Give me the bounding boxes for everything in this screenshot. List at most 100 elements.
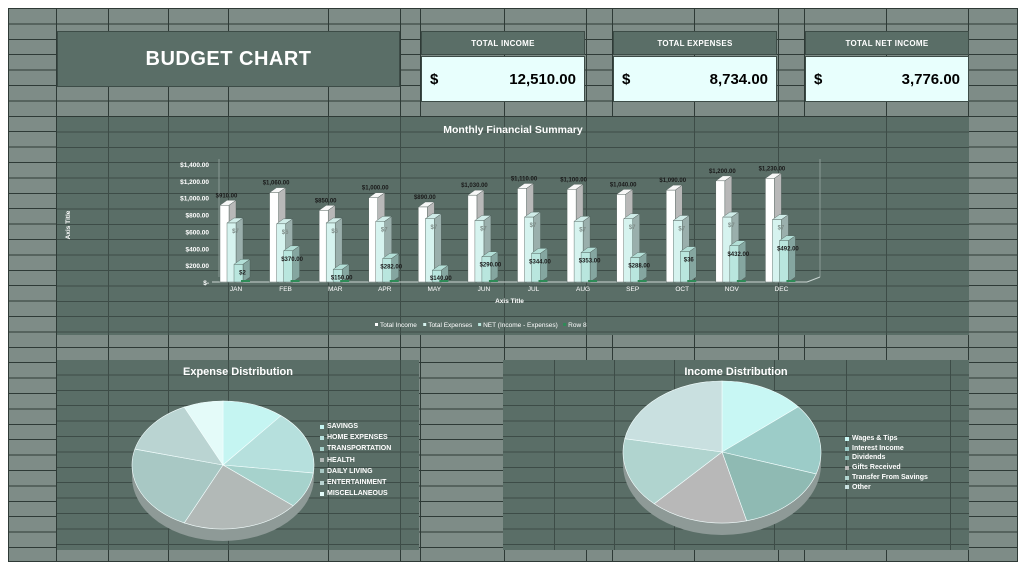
bar-row8-aug xyxy=(588,280,598,282)
bar-data-label: $7 xyxy=(430,225,437,231)
bar-data-label: $7 xyxy=(678,226,685,232)
x-tick-label: JUN xyxy=(478,286,491,293)
bar-row8-may xyxy=(439,280,449,282)
bar-data-label: $344.00 xyxy=(529,259,551,265)
bar-data-label: $36 xyxy=(684,258,695,264)
legend-label: Dividends xyxy=(852,454,886,462)
bar-side-face xyxy=(788,235,796,283)
legend-item: SAVINGS xyxy=(320,421,391,432)
bar-data-label: $7 xyxy=(480,226,487,232)
legend-label: TRANSPORTATION xyxy=(327,445,392,453)
total-net-income-header: TOTAL NET INCOME xyxy=(805,31,969,55)
legend-item: DAILY LIVING xyxy=(320,466,391,477)
bar-data-label: $492.00 xyxy=(777,247,799,253)
bar-data-label: $1,000.00 xyxy=(362,186,389,192)
legend-label: Total Income xyxy=(380,322,417,329)
bar-row8-jan xyxy=(241,280,250,282)
legend-label: HOME EXPENSES xyxy=(327,434,388,442)
bar-data-label: $7 xyxy=(530,223,537,229)
bar-data-label: $1,230.00 xyxy=(759,166,786,172)
bar-row8-nov xyxy=(736,280,746,282)
bar-net-income-expenses--aug xyxy=(580,252,591,283)
bar-row8-dec xyxy=(786,280,796,282)
legend-swatch xyxy=(320,447,324,451)
legend-swatch xyxy=(845,436,849,441)
legend-item: HOME EXPENSES xyxy=(320,432,391,443)
x-axis-title: Axis Title xyxy=(495,298,524,305)
bar-data-label: $7 xyxy=(232,229,239,235)
legend-label: Row 8 xyxy=(568,322,587,329)
legend-label: Interest Income xyxy=(852,444,904,452)
bar-row8-sep xyxy=(637,280,647,282)
bar-net-income-expenses--feb xyxy=(283,250,293,283)
budget-title-box: BUDGET CHART xyxy=(57,31,400,87)
bar-side-face xyxy=(689,246,697,283)
bar-chart-legend: Total Income Total Expenses NET (Income - … xyxy=(375,322,587,329)
total-income-cell[interactable]: $ 12,510.00 xyxy=(421,56,585,102)
total-income-currency: $ xyxy=(430,70,439,88)
total-expenses-cell[interactable]: $ 8,734.00 xyxy=(613,56,777,102)
legend-swatch xyxy=(845,475,849,480)
legend-item: MISCELLANEOUS xyxy=(320,488,391,499)
bar-chart-svg: $- $200.00 $400.00 $600.00 $800.00 $1,000.00 $… xyxy=(65,159,821,329)
bar-data-label: $7 xyxy=(728,223,735,229)
x-tick-label: MAR xyxy=(328,286,343,293)
page-title: BUDGET CHART xyxy=(145,47,312,70)
legend-swatch xyxy=(320,469,324,474)
bar-data-label: $7 xyxy=(579,227,586,233)
legend-label: SAVINGS xyxy=(327,423,358,430)
income-distribution-chart[interactable]: Income Distribution Wages & Tips Interest… xyxy=(503,360,969,550)
total-net-income-currency: $ xyxy=(814,70,823,88)
legend-swatch xyxy=(320,480,324,485)
legend-item: Interest Income xyxy=(845,444,928,454)
bar-data-label: $6 xyxy=(282,230,289,236)
legend-swatch xyxy=(845,465,849,470)
total-expenses-header: TOTAL EXPENSES xyxy=(613,31,777,55)
total-net-income-cell[interactable]: $ 3,776.00 xyxy=(805,56,969,102)
bar-data-label: $7 xyxy=(778,226,785,232)
legend-swatch xyxy=(423,323,427,326)
expense-distribution-chart[interactable]: Expense Distribution SAVINGS HOME EXPENSE… xyxy=(57,360,419,550)
total-net-income-value: 3,776.00 xyxy=(901,70,960,88)
legend-item: Wages & Tips xyxy=(845,434,928,444)
x-tick-label: JAN xyxy=(230,286,243,293)
y-tick-label: $400.00 xyxy=(186,246,210,253)
total-expenses-value: 8,734.00 xyxy=(709,70,768,88)
legend-swatch xyxy=(375,323,378,326)
monthly-summary-chart[interactable]: Monthly Financial Summary $- $200.00 $400.… xyxy=(57,117,969,335)
legend-label: ENTERTAINMENT xyxy=(327,479,387,487)
total-net-income-label: TOTAL NET INCOME xyxy=(845,38,929,48)
legend-label: Gifts Received xyxy=(852,464,901,472)
legend-label: MISCELLANEOUS xyxy=(327,490,388,498)
legend-item: HEALTH xyxy=(320,455,391,466)
legend-swatch xyxy=(845,485,849,490)
bar-data-label: $7 xyxy=(381,227,388,233)
bar-net-income-expenses--sep xyxy=(630,257,640,283)
total-expenses-currency: $ xyxy=(622,70,631,88)
bar-data-label: $1,060.00 xyxy=(263,181,290,187)
expense-legend: SAVINGS HOME EXPENSES TRANSPORTATION HEALTH… xyxy=(320,421,391,499)
legend-swatch xyxy=(320,458,324,463)
legend-item: Dividends xyxy=(845,453,928,463)
bar-data-label: $288.00 xyxy=(628,264,650,270)
bar-data-label: $353.00 xyxy=(579,259,601,265)
y-tick-label: $800.00 xyxy=(186,213,210,220)
bar-data-label: $2 xyxy=(239,270,246,276)
bar-net-income-expenses--jul xyxy=(531,253,541,283)
y-tick-label: $1,400.00 xyxy=(180,162,209,169)
bar-data-label: $1,090.00 xyxy=(659,178,686,184)
bar-data-label: $6 xyxy=(331,229,338,235)
x-axis-depth-line xyxy=(806,276,821,283)
y-tick-label: $1,200.00 xyxy=(180,179,209,186)
bar-net-income-expenses--oct xyxy=(680,251,690,283)
legend-item: TRANSPORTATION xyxy=(320,443,391,454)
bar-side-face xyxy=(589,247,598,283)
legend-item: Transfer From Savings xyxy=(845,473,928,483)
bar-row8-jun xyxy=(488,280,498,282)
bar-data-label: $890.00 xyxy=(414,195,436,201)
total-income-header: TOTAL INCOME xyxy=(421,31,585,55)
total-expenses-label: TOTAL EXPENSES xyxy=(657,38,733,48)
x-tick-label: SEP xyxy=(626,286,639,293)
x-tick-label: FEB xyxy=(279,286,292,293)
x-tick-label: AUG xyxy=(576,286,590,293)
